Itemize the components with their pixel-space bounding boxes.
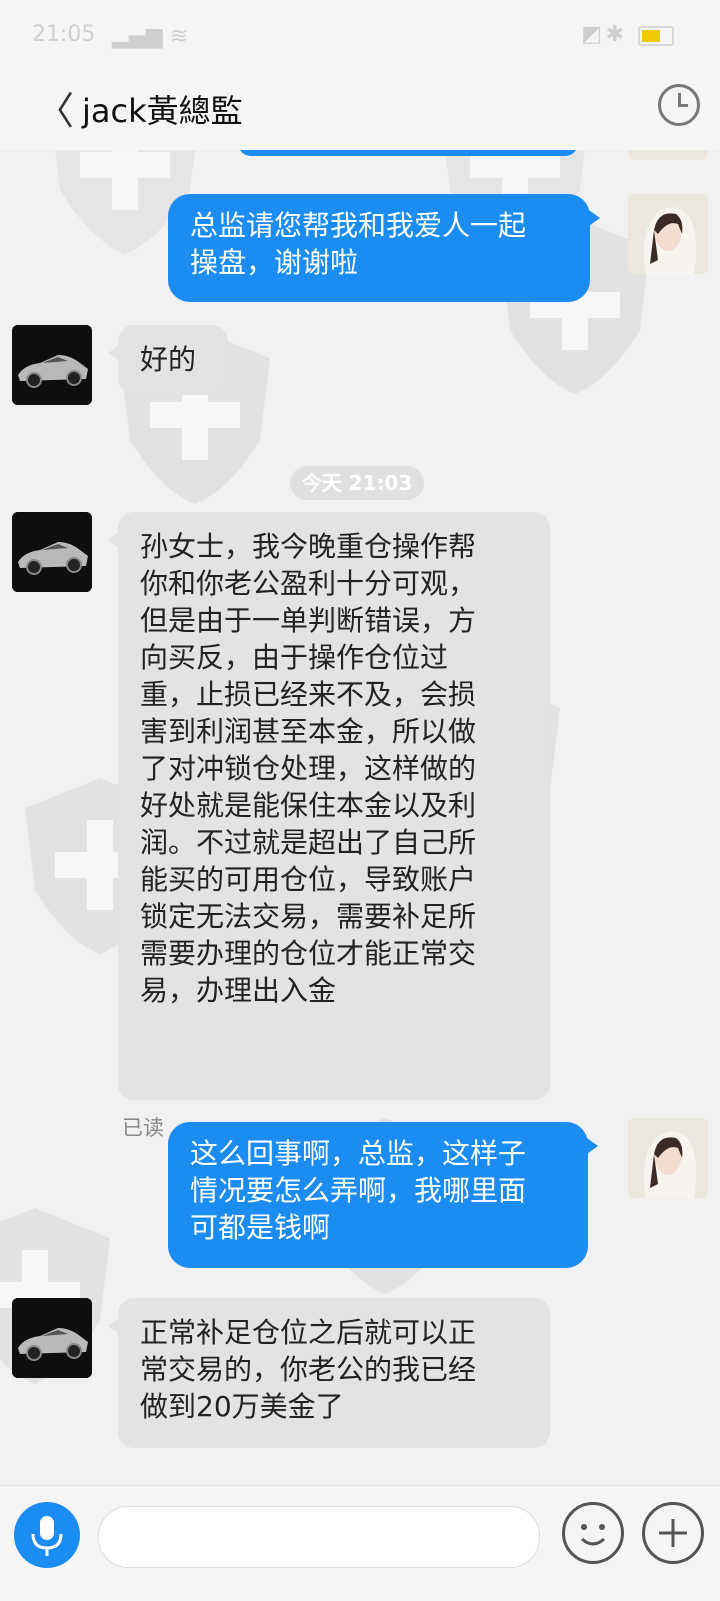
message-bubble-incoming[interactable]: 正常补足仓位之后就可以正 常交易的，你老公的我已经 做到20万美金了 (108, 1298, 550, 1448)
microphone-button[interactable] (14, 1502, 80, 1568)
do-not-disturb-icon: ◩ (581, 22, 602, 47)
message-bubble-outgoing[interactable]: 这么回事啊，总监，这样子 情况要怎么弄啊，我哪里面 可都是钱啊 (168, 1122, 598, 1268)
bluetooth-icon: ✱ (605, 22, 624, 47)
message-bubble-outgoing[interactable]: 总监请您帮我和我爱人一起 操盘，谢谢啦 (168, 194, 600, 302)
clock-icon[interactable] (658, 84, 700, 126)
self-avatar[interactable] (628, 194, 708, 274)
add-button[interactable] (642, 1502, 704, 1564)
message-bubble-incoming[interactable]: 好的 (108, 325, 228, 395)
timestamp-badge: 今天 21:03 (290, 466, 424, 500)
emoji-button[interactable] (562, 1502, 624, 1564)
status-time: 21:05 (32, 22, 96, 47)
chat-title: jack黃總監 (82, 92, 243, 130)
chat-header: 〈 jack黃總監 (0, 68, 720, 150)
self-avatar[interactable] (628, 150, 708, 160)
status-bar: 21:05 ▂▄▆ ≋ ◩ ✱ (0, 0, 720, 68)
self-avatar[interactable] (628, 1118, 708, 1198)
previous-outgoing-bubble (238, 150, 578, 156)
message-input[interactable] (98, 1506, 540, 1568)
contact-avatar[interactable] (12, 1298, 92, 1378)
contact-avatar[interactable] (12, 325, 92, 405)
contact-avatar[interactable] (12, 512, 92, 592)
back-icon[interactable]: 〈 (36, 80, 74, 135)
battery-icon (638, 26, 674, 46)
message-bubble-incoming[interactable]: 孙女士，我今晚重仓操作帮 你和你老公盈利十分可观， 但是由于一单判断错误，方 向… (108, 512, 550, 1100)
read-receipt: 已读 (122, 1116, 164, 1140)
chat-area[interactable]: 总监请您帮我和我爱人一起 操盘，谢谢啦 好的 今天 21:03 孙女士，我今晚重… (0, 150, 720, 1485)
input-bar (0, 1485, 720, 1601)
signal-icon: ▂▄▆ ≋ (112, 24, 189, 49)
